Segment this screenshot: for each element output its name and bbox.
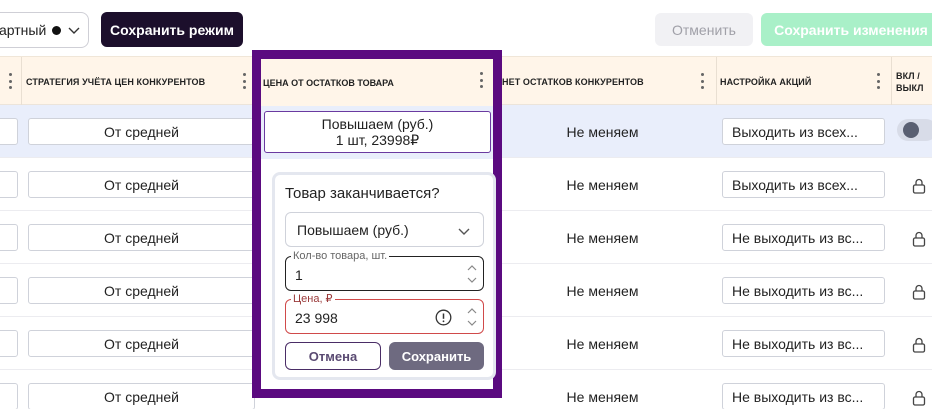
lock-icon[interactable] — [912, 231, 926, 247]
strategy-select[interactable]: От средней — [28, 330, 255, 357]
cell-input[interactable] — [0, 383, 18, 409]
cell-input[interactable] — [0, 224, 18, 251]
strategy-select[interactable]: От средней — [28, 171, 255, 198]
column-header-no-stock: НЕТ ОСТАТКОВ КОНКУРЕНТОВ — [502, 76, 644, 87]
promo-select[interactable]: Не выходить из вс... — [722, 277, 885, 304]
promo-select[interactable]: Не выходить из вс... — [722, 224, 885, 251]
promo-select[interactable]: Не выходить из вс... — [722, 383, 885, 409]
action-select[interactable]: Повышаем (руб.) — [285, 212, 484, 247]
chevron-down-icon — [68, 27, 80, 34]
lock-icon[interactable] — [912, 284, 926, 300]
strategy-select[interactable]: От средней — [28, 277, 255, 304]
chevron-down-icon — [458, 228, 470, 235]
column-header-strategy: СТРАТЕГИЯ УЧЁТА ЦЕН КОНКУРЕНТОВ — [26, 76, 206, 87]
no-stock-select[interactable]: Не меняем — [490, 330, 715, 357]
price-field-value: 23 998 — [295, 310, 338, 326]
quantity-field-label: Кол-во товара, шт. — [291, 250, 390, 262]
strategy-select[interactable]: От средней — [28, 383, 255, 409]
column-menu-icon[interactable] — [243, 73, 247, 89]
column-menu-icon[interactable] — [701, 73, 705, 89]
mode-select-value: артный — [0, 22, 47, 38]
cancel-changes-button[interactable]: Отменить — [655, 13, 753, 46]
no-stock-select[interactable]: Не меняем — [490, 118, 715, 145]
spinner-arrows-icon[interactable] — [467, 305, 477, 329]
no-stock-select[interactable]: Не меняем — [490, 224, 715, 251]
warning-icon — [435, 309, 452, 326]
column-menu-icon[interactable] — [9, 73, 13, 89]
promo-select[interactable]: Выходить из всех... — [722, 171, 885, 198]
price-field-label: Цена, ₽ — [291, 293, 335, 305]
cell-input[interactable] — [0, 171, 18, 198]
no-stock-select[interactable]: Не меняем — [490, 277, 715, 304]
action-select-value: Повышаем (руб.) — [297, 221, 409, 238]
no-stock-select[interactable]: Не меняем — [490, 171, 715, 198]
cell-input[interactable] — [0, 118, 18, 145]
lock-icon[interactable] — [912, 390, 926, 406]
app-root: артный Сохранить режим Отменить Сохранит… — [0, 0, 932, 409]
strategy-select[interactable]: От средней — [28, 224, 255, 251]
column-header-promo: НАСТРОЙКА АКЦИЙ — [720, 76, 812, 87]
save-changes-button[interactable]: Сохранить изменения — [761, 13, 932, 46]
lock-icon[interactable] — [912, 337, 926, 353]
popover-cancel-button[interactable]: Отмена — [285, 342, 381, 370]
lock-icon[interactable] — [912, 178, 926, 194]
popover-save-button[interactable]: Сохранить — [389, 342, 484, 370]
quantity-field[interactable]: Кол-во товара, шт. 1 — [285, 250, 484, 291]
column-header-toggle: ВКЛ / ВЫКЛ — [896, 70, 924, 93]
promo-select[interactable]: Выходить из всех... — [722, 118, 885, 145]
no-stock-select[interactable]: Не меняем — [490, 383, 715, 409]
promo-select[interactable]: Не выходить из вс... — [722, 330, 885, 357]
strategy-select[interactable]: От средней — [28, 118, 255, 145]
spinner-arrows-icon[interactable] — [467, 262, 477, 286]
mode-color-dot — [52, 25, 62, 35]
popover-title: Товар заканчивается? — [285, 185, 440, 202]
enable-toggle[interactable] — [897, 119, 932, 141]
price-field[interactable]: Цена, ₽ 23 998 — [285, 293, 484, 334]
cell-input[interactable] — [0, 277, 18, 304]
mode-select[interactable]: артный — [0, 12, 89, 48]
quantity-field-value: 1 — [295, 267, 303, 283]
column-menu-icon[interactable] — [877, 73, 881, 89]
cell-input[interactable] — [0, 330, 18, 357]
save-mode-button[interactable]: Сохранить режим — [101, 12, 243, 47]
